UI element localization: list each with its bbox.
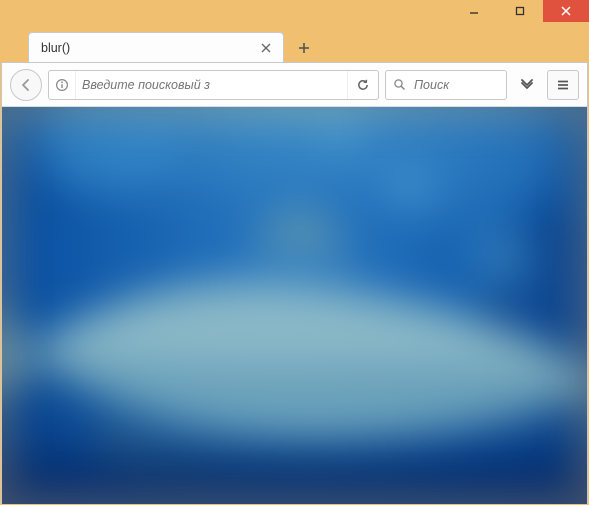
reload-button[interactable] (347, 71, 378, 99)
tab-strip: blur() (0, 30, 589, 62)
browser-chrome (1, 62, 588, 504)
window-close-button[interactable] (543, 0, 589, 22)
overflow-button[interactable] (513, 71, 541, 99)
browser-tab[interactable]: blur() (28, 32, 284, 62)
new-tab-button[interactable] (290, 34, 318, 62)
url-input[interactable] (76, 78, 347, 92)
tab-close-button[interactable] (257, 39, 275, 57)
tab-title: blur() (41, 41, 257, 55)
toolbar (2, 63, 587, 107)
search-icon (386, 71, 412, 99)
window-minimize-button[interactable] (451, 0, 497, 22)
browser-window: blur() (0, 0, 589, 505)
hamburger-menu-button[interactable] (547, 70, 579, 100)
search-bar[interactable] (385, 70, 507, 100)
window-maximize-button[interactable] (497, 0, 543, 22)
address-bar[interactable] (48, 70, 379, 100)
site-info-icon[interactable] (49, 71, 76, 99)
window-titlebar (0, 0, 589, 30)
page-content (2, 107, 587, 504)
search-input[interactable] (412, 77, 506, 93)
back-button[interactable] (10, 69, 42, 101)
